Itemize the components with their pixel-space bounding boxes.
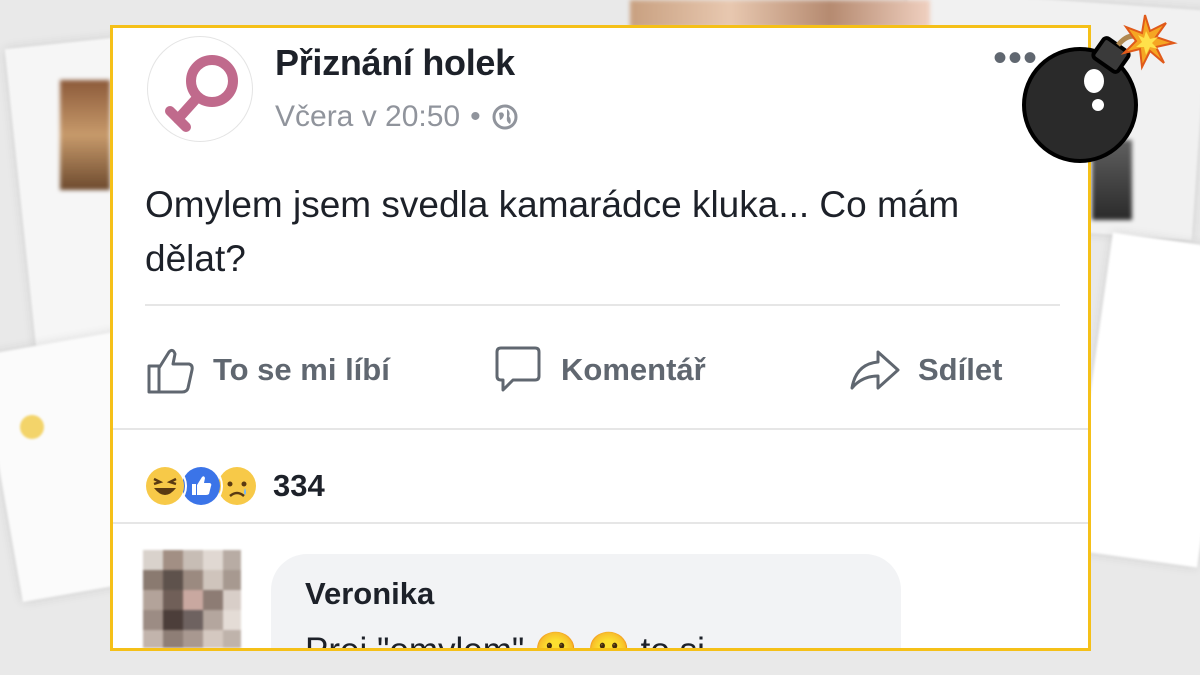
background-photo — [630, 0, 930, 28]
commenter-name[interactable]: Veronika — [305, 576, 434, 612]
comment-label: Komentář — [561, 352, 706, 387]
post-text: Omylem jsem svedla kamarádce kluka... Co… — [145, 184, 960, 279]
background-photo — [60, 80, 110, 190]
bomb-icon — [1022, 14, 1178, 163]
share-button[interactable]: Sdílet — [848, 344, 1002, 396]
commenter-avatar-blurred[interactable] — [143, 550, 241, 648]
comment-bubble-icon — [495, 346, 541, 392]
like-button[interactable]: To se mi líbí — [145, 344, 390, 396]
comment-button[interactable]: Komentář — [491, 344, 706, 396]
facebook-post-card: Přiznání holek Včera v 20:50 • ••• Omyle… — [110, 25, 1091, 651]
like-label: To se mi líbí — [213, 352, 390, 387]
thumbs-up-icon — [147, 348, 194, 394]
post-meta: Včera v 20:50 • — [275, 100, 519, 134]
divider — [113, 428, 1088, 430]
female-symbol-logo-icon — [165, 55, 238, 132]
share-arrow-icon — [850, 350, 900, 390]
comment-text: Prej "omylem" 😀 😀 to si... — [305, 631, 735, 651]
divider — [145, 304, 1060, 306]
share-label: Sdílet — [918, 352, 1003, 387]
globe-icon — [492, 104, 518, 130]
background-emoji — [20, 415, 44, 439]
meta-separator: • — [470, 100, 481, 133]
page-name-link[interactable]: Přiznání holek — [275, 42, 515, 84]
comment-bubble: Veronika Prej "omylem" 😀 😀 to si... — [271, 554, 901, 651]
page-avatar[interactable] — [147, 36, 253, 142]
reactions-summary[interactable]: 334 — [143, 464, 325, 508]
post-timestamp[interactable]: Včera v 20:50 — [275, 100, 460, 134]
reaction-count: 334 — [273, 468, 325, 503]
haha-icon — [143, 464, 187, 508]
divider — [113, 522, 1088, 524]
